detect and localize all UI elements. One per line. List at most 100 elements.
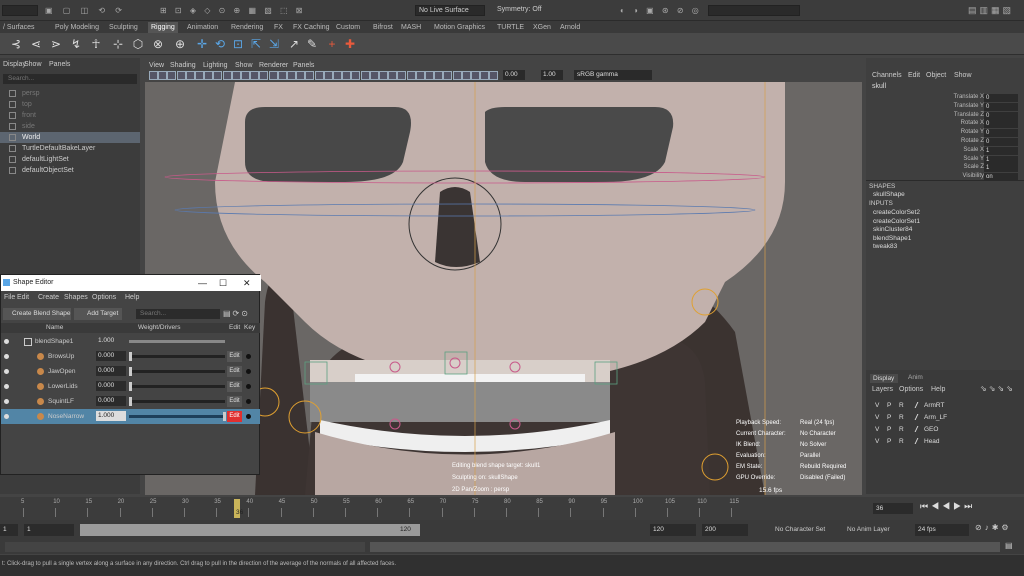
target-weight-slider[interactable] <box>129 352 225 361</box>
shelf-tab-xgen[interactable]: XGen <box>530 22 554 33</box>
viewport-toolbar-icon[interactable] <box>204 71 214 80</box>
snap-icons[interactable]: ⊞ ⊡ ◈ ◇ ⊙ ⊕ ▦ ▧ ⬚ ⊠ <box>160 6 410 15</box>
viewport-toolbar-icon[interactable] <box>305 71 315 80</box>
channel-row[interactable]: Translate Z0 <box>866 111 1024 121</box>
slider-handle[interactable] <box>129 397 132 406</box>
outliner-item[interactable]: side <box>0 121 140 132</box>
input-node[interactable]: createColorSet2 <box>873 209 920 216</box>
outliner-menu-display[interactable]: Display <box>3 61 26 68</box>
target-edit-button[interactable]: Edit <box>227 396 242 407</box>
viewport-toolbar-icon[interactable] <box>323 71 333 80</box>
colorspace-dropdown[interactable]: sRGB gamma <box>574 70 652 80</box>
range-end-field[interactable]: 120 <box>650 524 696 536</box>
viewport-toolbar-icon[interactable] <box>434 71 444 80</box>
bind-skin-icon[interactable]: ⊹ <box>110 36 126 52</box>
visibility-dot[interactable] <box>4 339 9 344</box>
viewport-menu-renderer[interactable]: Renderer <box>259 62 288 69</box>
time-slider[interactable]: 5 10 15 20 25 30 35 40 45 50 55 60 65 70 75 80 85 90 95 100… <box>0 497 1024 520</box>
layer-color-swatch[interactable] <box>914 438 924 444</box>
target-weight-value[interactable]: 0.000 <box>96 366 126 376</box>
layer-playback-toggle[interactable]: P <box>887 412 891 423</box>
outliner-search-box[interactable]: Search... <box>3 74 137 84</box>
channel-row[interactable]: Rotate Z0 <box>866 138 1024 147</box>
blendshape-row[interactable]: blendShape1 1.000 <box>1 334 260 349</box>
menuset-dropdown[interactable] <box>2 5 38 16</box>
viewport-toolbar-icon[interactable] <box>443 71 453 80</box>
se-search-field[interactable]: Search... <box>136 309 220 319</box>
layer-row[interactable]: V P R GEO <box>872 424 1018 435</box>
layer-visibility-toggle[interactable]: V <box>875 424 879 435</box>
layer-color-swatch[interactable] <box>914 414 924 420</box>
viewport-toolbar-icon[interactable] <box>471 71 480 80</box>
viewport-toolbar-icon[interactable] <box>241 71 250 80</box>
layer-tab-display[interactable]: Display <box>870 374 898 383</box>
slider-handle[interactable] <box>129 352 132 361</box>
range-inner-start-field[interactable]: 1 <box>24 524 74 536</box>
viewport-toolbar-icon[interactable] <box>195 71 204 80</box>
viewport-toolbar-icon[interactable] <box>397 71 407 80</box>
add-target-button[interactable]: Add Target <box>74 308 122 320</box>
shelf-tab-fx-caching[interactable]: FX Caching <box>290 22 333 33</box>
layer-action-icons[interactable]: ⇘⇘⇘⇘ <box>980 384 1020 394</box>
slider-handle[interactable] <box>223 412 226 421</box>
viewport-menu-view[interactable]: View <box>149 62 164 69</box>
shelf-tab-animation[interactable]: Animation <box>184 22 221 33</box>
target-row[interactable]: BrowsUp 0.000 Edit <box>1 349 260 364</box>
viewport-toolbar-icon[interactable] <box>415 71 425 80</box>
se-menu-create[interactable]: Create <box>38 294 59 301</box>
channel-value[interactable]: 0 <box>984 94 1018 102</box>
target-weight-slider[interactable] <box>129 397 225 406</box>
character-set-dropdown[interactable]: No Character Set <box>775 524 840 536</box>
shelf-tab-poly-modeling[interactable]: Poly Modeling <box>52 22 102 33</box>
viewport-toolbar-icon[interactable] <box>149 71 158 80</box>
viewport-toolbar-icon[interactable] <box>489 71 499 80</box>
viewport-toolbar-icon[interactable] <box>259 71 269 80</box>
channel-value[interactable]: 1 <box>984 164 1018 173</box>
layer-options-menu[interactable]: Options <box>899 386 923 393</box>
maximize-icon[interactable]: ☐ <box>219 275 227 291</box>
channel-row[interactable]: Scale X1 <box>866 146 1024 156</box>
wrap-icon[interactable]: ⊕ <box>172 36 188 52</box>
live-surface-field[interactable]: No Live Surface <box>415 5 485 16</box>
channel-value[interactable]: 1 <box>984 155 1018 164</box>
viewport-toolbar-icon[interactable] <box>222 71 232 80</box>
viewport-toolbar-icon[interactable] <box>379 71 388 80</box>
viewport-toolbar-icon[interactable] <box>342 71 352 80</box>
shelf-tab-custom[interactable]: Custom <box>333 22 363 33</box>
target-edit-button[interactable]: Edit <box>227 351 242 362</box>
viewport-toolbar-icon[interactable] <box>351 71 361 80</box>
exposure-field[interactable]: 0.00 <box>503 70 525 80</box>
channels-object-menu[interactable]: Object <box>926 72 946 79</box>
target-weight-slider[interactable] <box>129 412 226 421</box>
slider-handle[interactable] <box>129 382 132 391</box>
viewport-toolbar-icon[interactable] <box>277 71 287 80</box>
target-row[interactable]: SquintLF 0.000 Edit <box>1 394 260 409</box>
target-key-dot[interactable] <box>246 384 251 389</box>
layer-playback-toggle[interactable]: P <box>887 424 891 435</box>
humanik-icon[interactable]: ☥ <box>88 36 104 52</box>
viewport-toolbar-icon[interactable] <box>461 71 471 80</box>
viewport-toolbar-icon[interactable] <box>158 71 168 80</box>
shelf-tab-surfaces[interactable]: / Surfaces <box>0 22 38 33</box>
target-edit-button[interactable]: Edit <box>227 381 242 392</box>
channel-value[interactable]: 0 <box>984 102 1018 111</box>
target-row[interactable]: NoseNarrow 1.000 Edit <box>1 409 260 424</box>
cluster-icon[interactable]: ⊗ <box>150 36 166 52</box>
se-menu-edit[interactable]: Edit <box>17 294 29 301</box>
outliner-item[interactable]: World <box>0 132 140 143</box>
viewport-toolbar-icon[interactable] <box>480 71 490 80</box>
target-key-dot[interactable] <box>246 369 251 374</box>
layer-playback-toggle[interactable]: P <box>887 400 891 411</box>
viewport-menu-panels[interactable]: Panels <box>293 62 314 69</box>
create-blend-shape-button[interactable]: Create Blend Shape <box>3 308 71 320</box>
shelf-tab-motion-graphics[interactable]: Motion Graphics <box>431 22 488 33</box>
layer-playback-toggle[interactable]: P <box>887 436 891 447</box>
target-row[interactable]: LowerLids 0.000 Edit <box>1 379 260 394</box>
close-icon[interactable]: ✕ <box>243 275 251 291</box>
mirror-joint-icon[interactable]: ⋗ <box>48 36 64 52</box>
visibility-dot[interactable] <box>4 384 9 389</box>
channel-value[interactable]: 0 <box>984 138 1018 146</box>
range-icons[interactable]: ⊘♪✱⚙ <box>975 523 1023 535</box>
target-weight-slider[interactable] <box>129 382 225 391</box>
layer-visibility-toggle[interactable]: V <box>875 412 879 423</box>
